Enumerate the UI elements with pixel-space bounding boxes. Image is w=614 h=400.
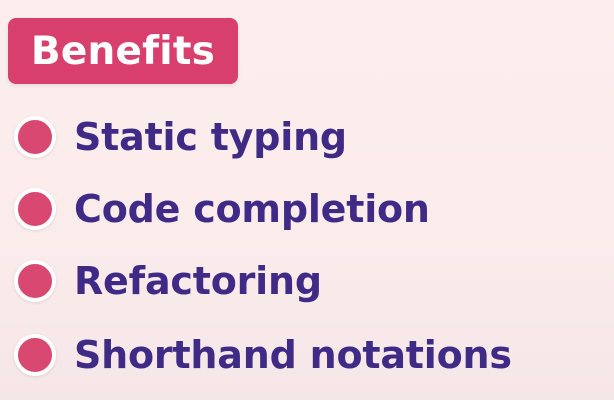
benefit-item-code-completion: Code completion [14, 180, 430, 238]
benefit-label: Static typing [74, 115, 347, 159]
benefit-item-refactoring: Refactoring [14, 252, 322, 310]
bullet-circle-icon [14, 116, 56, 158]
benefit-item-shorthand-notations: Shorthand notations [14, 326, 512, 384]
benefit-label: Shorthand notations [74, 333, 512, 377]
bullet-circle-icon [14, 260, 56, 302]
benefits-list: Static typing Code completion Refactorin… [0, 0, 614, 400]
slide-background: Benefits Static typing Code completion R… [0, 0, 614, 400]
bullet-circle-icon [14, 334, 56, 376]
benefit-label: Refactoring [74, 259, 322, 303]
benefit-item-static-typing: Static typing [14, 108, 347, 166]
benefit-label: Code completion [74, 187, 430, 231]
bullet-circle-icon [14, 188, 56, 230]
